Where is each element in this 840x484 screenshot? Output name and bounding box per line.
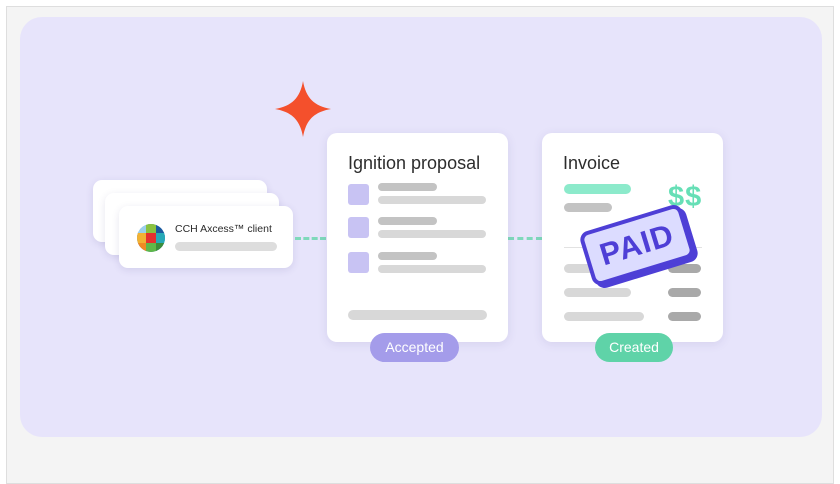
proposal-item-line: [378, 183, 437, 191]
invoice-amount-line: [668, 264, 701, 273]
invoice-title: Invoice: [563, 153, 621, 173]
cch-logo-icon: [137, 224, 165, 252]
client-title: CCH Axcess™ client: [175, 223, 272, 235]
proposal-title: Ignition proposal: [348, 153, 481, 173]
invoice-line: [564, 203, 612, 212]
client-card: CCH Axcess™ client: [119, 206, 293, 268]
client-placeholder-bar: [175, 242, 277, 251]
proposal-item-checkbox: [348, 217, 369, 238]
invoice-line: [564, 312, 644, 321]
connector-proposal-invoice: [508, 237, 542, 240]
invoice-highlight-line: [564, 184, 631, 194]
proposal-item-checkbox: [348, 252, 369, 273]
proposal-item-line: [378, 252, 437, 260]
proposal-item-line: [378, 217, 437, 225]
proposal-item-checkbox: [348, 184, 369, 205]
status-badge-accepted: Accepted: [370, 333, 459, 362]
status-badge-created: Created: [595, 333, 673, 362]
proposal-card: Ignition proposal: [327, 133, 508, 342]
invoice-line: [564, 288, 631, 297]
proposal-item-line: [378, 265, 486, 273]
invoice-amount-line: [668, 312, 701, 321]
sparkle-icon: [275, 81, 331, 137]
proposal-item-line: [378, 230, 486, 238]
proposal-footer-line: [348, 310, 487, 320]
proposal-item-line: [378, 196, 486, 204]
invoice-amount-line: [668, 288, 701, 297]
connector-client-proposal: [295, 237, 326, 240]
